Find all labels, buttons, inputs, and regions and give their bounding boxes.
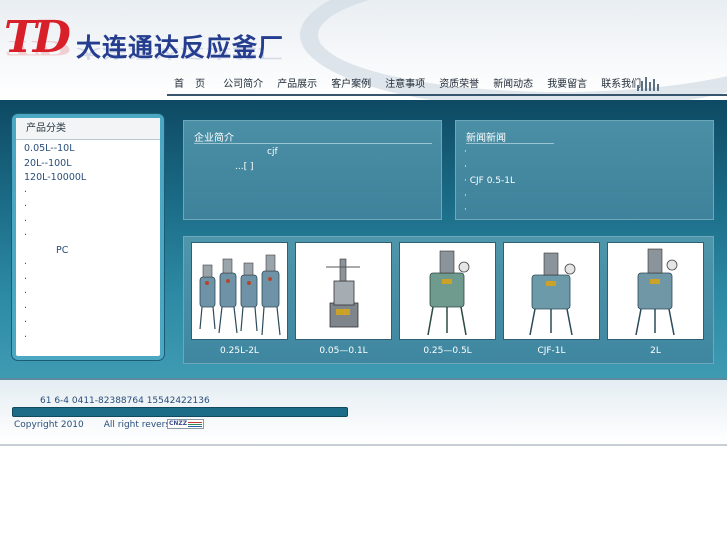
product-caption[interactable]: 0.25—0.5L bbox=[399, 346, 496, 356]
news-list: · · · CJF 0.5-1L · · bbox=[464, 145, 515, 218]
news-item[interactable]: · bbox=[464, 145, 515, 160]
product-card[interactable]: 0.25L-2L bbox=[191, 242, 288, 356]
category-list: 0.05L--10L 20L--100L 120L-10000L · · · ·… bbox=[16, 140, 160, 345]
product-card[interactable]: CJF-1L bbox=[503, 242, 600, 356]
product-caption[interactable]: 2L bbox=[607, 346, 704, 356]
logo-mark-reflection: TD bbox=[4, 35, 67, 59]
nav-underline bbox=[167, 94, 727, 96]
category-item[interactable]: PC bbox=[24, 244, 160, 259]
cnzz-counter-badge[interactable]: CNZZ bbox=[167, 419, 204, 429]
nav-products[interactable]: 产品展示 bbox=[270, 76, 324, 94]
footer-copyright-line: Copyright 2010 All right reversed. bbox=[14, 420, 184, 430]
bottom-rule bbox=[0, 444, 727, 446]
news-item[interactable]: · bbox=[464, 203, 515, 218]
cnzz-label: CNZZ bbox=[169, 420, 188, 427]
nav-notes[interactable]: 注意事项 bbox=[378, 76, 432, 94]
category-box: 产品分类 0.05L--10L 20L--100L 120L-10000L · … bbox=[12, 114, 164, 360]
category-item[interactable]: · bbox=[24, 287, 160, 302]
product-image[interactable] bbox=[503, 242, 600, 340]
nav-home[interactable]: 首 页 bbox=[167, 76, 216, 94]
news-item[interactable]: · bbox=[464, 160, 515, 175]
category-item[interactable]: · bbox=[24, 215, 160, 230]
intro-panel: 企业简介 cjf ...[ ] bbox=[183, 120, 442, 220]
header: TD TD 大连通达反应釜厂 大连通达反应釜厂 首 页 公司简介 产品展示 客户… bbox=[0, 0, 727, 100]
category-item[interactable]: · bbox=[24, 229, 160, 244]
category-item[interactable]: · bbox=[24, 186, 160, 201]
product-image[interactable] bbox=[295, 242, 392, 340]
main-nav: 首 页 公司简介 产品展示 客户案例 注意事项 资质荣誉 新闻动态 我要留言 联… bbox=[167, 76, 648, 94]
category-item[interactable]: 0.05L--10L bbox=[24, 142, 160, 157]
footer-bar bbox=[12, 407, 348, 417]
intro-text: cjf bbox=[267, 147, 278, 157]
page: TD TD 大连通达反应釜厂 大连通达反应釜厂 首 页 公司简介 产品展示 客户… bbox=[0, 0, 727, 545]
category-item[interactable]: 120L-10000L bbox=[24, 171, 160, 186]
product-caption[interactable]: 0.05—0.1L bbox=[295, 346, 392, 356]
news-item[interactable]: · bbox=[464, 189, 515, 204]
intro-title-rule bbox=[194, 143, 432, 144]
product-caption[interactable]: CJF-1L bbox=[503, 346, 600, 356]
category-item[interactable]: 20L--100L bbox=[24, 157, 160, 172]
nav-honors[interactable]: 资质荣誉 bbox=[432, 76, 486, 94]
category-item[interactable]: · bbox=[24, 200, 160, 215]
nav-cases[interactable]: 客户案例 bbox=[324, 76, 378, 94]
category-title: 产品分类 bbox=[16, 118, 160, 140]
category-item[interactable]: · bbox=[24, 258, 160, 273]
product-card[interactable]: 0.25—0.5L bbox=[399, 242, 496, 356]
product-card[interactable]: 2L bbox=[607, 242, 704, 356]
product-image[interactable] bbox=[607, 242, 704, 340]
nav-about[interactable]: 公司简介 bbox=[216, 76, 270, 94]
product-image[interactable] bbox=[399, 242, 496, 340]
product-showcase: 0.25L-2L 0.05—0.1L 0.25—0.5L CJF-1L 2L bbox=[183, 236, 714, 364]
nav-news[interactable]: 新闻动态 bbox=[486, 76, 540, 94]
news-title: 新闻新闻 bbox=[466, 133, 506, 144]
nav-guestbook[interactable]: 我要留言 bbox=[540, 76, 594, 94]
intro-title: 企业简介 bbox=[194, 133, 234, 144]
product-card[interactable]: 0.05—0.1L bbox=[295, 242, 392, 356]
intro-more-link[interactable]: ...[ ] bbox=[235, 162, 253, 172]
news-item[interactable]: · CJF 0.5-1L bbox=[464, 174, 515, 189]
footer: 61 6-4 0411-82388764 15542422136 Copyrig… bbox=[0, 378, 727, 444]
category-item[interactable]: · bbox=[24, 331, 160, 346]
equalizer-bars-icon bbox=[637, 77, 661, 91]
footer-address-phone: 61 6-4 0411-82388764 15542422136 bbox=[40, 396, 210, 406]
company-logo[interactable]: TD TD 大连通达反应釜厂 大连通达反应釜厂 bbox=[4, 14, 284, 78]
footer-copyright: Copyright 2010 bbox=[14, 420, 84, 430]
category-item[interactable]: · bbox=[24, 316, 160, 331]
news-panel: 新闻新闻 · · · CJF 0.5-1L · · bbox=[455, 120, 714, 220]
company-name-reflection: 大连通达反应釜厂 bbox=[76, 46, 285, 61]
category-item[interactable]: · bbox=[24, 273, 160, 288]
product-caption[interactable]: 0.25L-2L bbox=[191, 346, 288, 356]
category-item[interactable]: · bbox=[24, 302, 160, 317]
product-image[interactable] bbox=[191, 242, 288, 340]
news-title-rule bbox=[466, 143, 554, 144]
